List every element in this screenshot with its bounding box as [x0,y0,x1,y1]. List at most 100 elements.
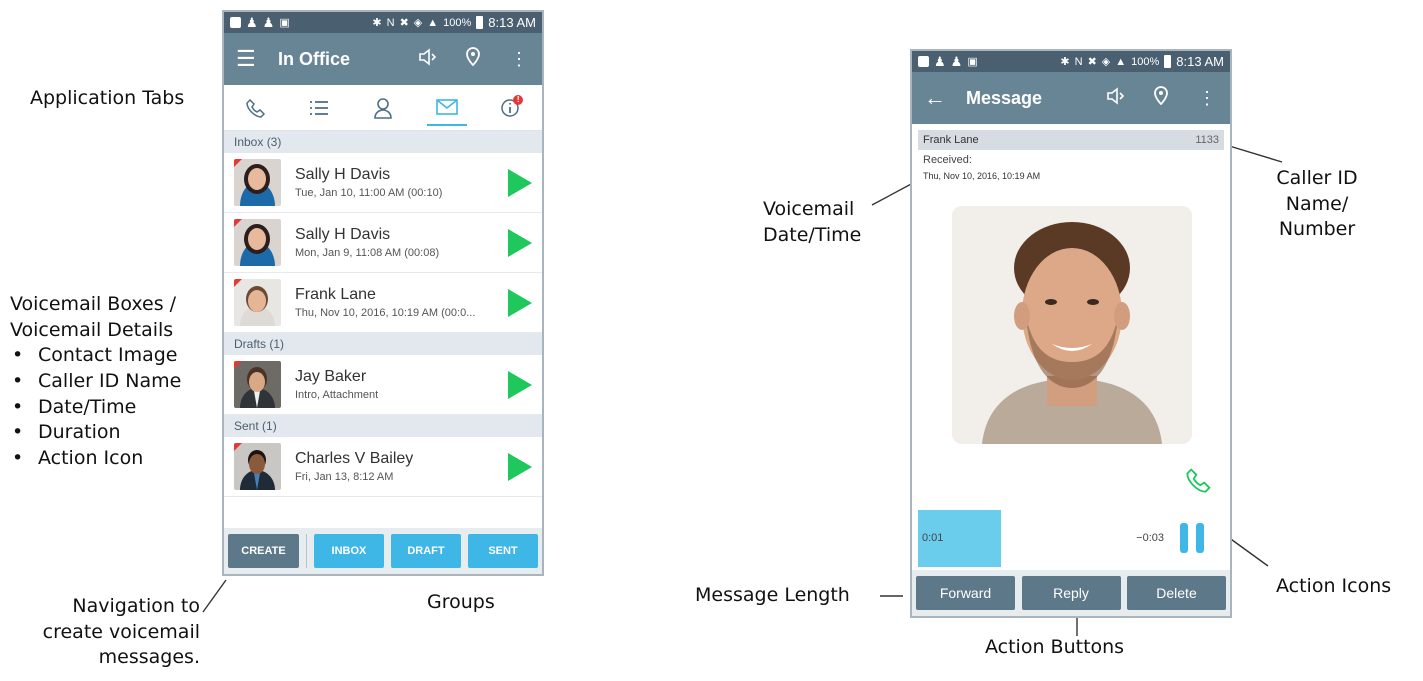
action-buttons-bar: Forward Reply Delete [912,570,1230,616]
app-title: Message [966,87,1043,108]
reply-button[interactable]: Reply [1021,576,1121,610]
call-back-icon[interactable] [1186,467,1212,498]
application-tabs: ! [224,85,542,131]
inbox-button[interactable]: INBOX [313,534,384,568]
play-icon[interactable] [508,370,532,399]
wifi-icon: ◈ [413,17,423,29]
playback-progress-track[interactable] [918,510,1224,567]
voicemail-row[interactable]: Jay Baker Intro, Attachment [224,355,542,415]
group-header-sent: Sent (1) [224,415,542,437]
voicemail-detail: Thu, Nov 10, 2016, 10:19 AM (00:0... [295,307,476,319]
back-arrow-icon[interactable]: ← [924,85,952,111]
battery-icon [476,16,484,29]
caller-name: Jay Baker [295,368,367,385]
bottom-navigation: CREATE INBOX DRAFT SENT [224,528,542,574]
received-label: Received: [923,154,972,166]
voicemail-text: Charles V Bailey Fri, Jan 13, 8:12 AM [295,450,498,483]
menu-icon[interactable]: ☰ [236,46,264,72]
callout-application-tabs: Application Tabs [30,87,185,109]
caller-id-number: 1133 [1195,134,1219,146]
voicemail-row[interactable]: Frank Lane Thu, Nov 10, 2016, 10:19 AM (… [224,273,542,333]
delete-button[interactable]: Delete [1127,576,1226,610]
contact-avatar [234,443,281,490]
callout-navigation: Navigation to create voicemail messages. [43,594,200,671]
status-bar: ♟ ♟ ▣ ✱ N ✖ ◈ ▲ 100% 8:13 AM [224,12,542,33]
clock: 8:13 AM [488,15,536,30]
message-detail-screen: ♟ ♟ ▣ ✱ N ✖ ◈ ▲ 100% 8:13 AM ← Message ⋮… [910,49,1232,618]
contact-photo [952,206,1192,444]
location-icon[interactable] [1150,85,1172,111]
alert-badge-icon: ! [513,94,524,105]
status-icons: ♟ ♟ ▣ [230,15,290,31]
contact-avatar [234,219,281,266]
app-bar: ← Message ⋮ [912,72,1230,124]
forward-button[interactable]: Forward [916,576,1015,610]
contact-icon [374,97,392,119]
draft-button[interactable]: DRAFT [390,534,461,568]
audio-player: 0:01 −0:03 [918,510,1224,567]
nav-divider [305,534,307,568]
location-icon[interactable] [462,46,484,72]
image-icon: ▣ [279,17,290,29]
received-datetime: Thu, Nov 10, 2016, 10:19 AM [923,171,1041,181]
status-icons: ♟ ♟ ▣ [918,54,978,70]
callout-navigation-line1: Navigation to [72,595,200,617]
remaining-time: −0:03 [1136,532,1164,544]
caller-name: Sally H Davis [295,226,391,243]
mute-icon: ✖ [1087,56,1097,68]
group-header-drafts: Drafts (1) [224,333,542,355]
tab-phone[interactable] [236,90,276,126]
play-icon[interactable] [508,168,532,197]
create-button[interactable]: CREATE [228,534,299,568]
caller-name: Frank Lane [295,286,376,303]
status-bar: ♟ ♟ ▣ ✱ N ✖ ◈ ▲ 100% 8:13 AM [912,51,1230,72]
voicemail-text: Sally H Davis Tue, Jan 10, 11:00 AM (00:… [295,166,498,199]
callout-caller-id-line3: Number [1278,218,1356,241]
callout-details-list: Contact Image Caller ID Name Date/Time D… [10,343,181,471]
battery-percent: 100% [1131,55,1160,68]
tab-voicemail[interactable] [426,90,467,126]
app-bar: ☰ In Office ⋮ [224,33,542,85]
more-options-icon[interactable]: ⋮ [1196,88,1218,109]
sent-button[interactable]: SENT [467,534,538,568]
play-icon[interactable] [508,228,532,257]
callout-details-item: Duration [10,420,181,446]
play-icon[interactable] [508,452,532,481]
callout-caller-id-line1: Caller ID [1276,167,1358,189]
mute-icon: ✖ [399,17,409,29]
tab-list[interactable] [299,90,339,126]
pause-icon[interactable] [1180,523,1204,553]
contact-avatar [234,279,281,326]
caller-name: Charles V Bailey [295,450,414,467]
callout-details-item: Caller ID Name [10,369,181,395]
callout-voicemail-boxes: Voicemail Boxes / Voicemail Details Cont… [10,292,181,471]
play-icon[interactable] [508,288,532,317]
more-options-icon[interactable]: ⋮ [508,49,530,70]
tab-info[interactable]: ! [490,90,530,126]
voicemail-detail: Fri, Jan 13, 8:12 AM [295,471,394,483]
callout-voicemail-boxes-line2: Voicemail Details [10,318,174,341]
callout-groups: Groups [427,591,495,613]
tab-contacts[interactable] [363,90,403,126]
callout-voicemail-datetime: Voicemail Date/Time [763,197,861,248]
voicemail-row[interactable]: Sally H Davis Mon, Jan 9, 11:08 AM (00:0… [224,213,542,273]
voicemail-detail: Mon, Jan 9, 11:08 AM (00:08) [295,247,440,259]
voicemail-text: Frank Lane Thu, Nov 10, 2016, 10:19 AM (… [295,286,498,319]
elapsed-time: 0:01 [922,532,944,544]
mail-icon [435,98,458,115]
caller-id-name: Frank Lane [923,134,979,146]
callout-caller-id-line2: Name/ [1285,192,1349,215]
callout-datetime-line1: Voicemail [763,198,855,220]
contact-avatar [234,361,281,408]
status-right: ✱ N ✖ ◈ ▲ 100% 8:13 AM [372,15,536,30]
notification-icon [230,17,241,28]
speaker-icon[interactable] [416,47,438,71]
speaker-icon[interactable] [1104,86,1126,110]
caller-id-connector [1225,144,1283,163]
voicemail-detail: Tue, Jan 10, 11:00 AM (00:10) [295,187,443,199]
voicemail-list-screen: ♟ ♟ ▣ ✱ N ✖ ◈ ▲ 100% 8:13 AM ☰ In Office… [222,10,544,576]
voicemail-row[interactable]: Sally H Davis Tue, Jan 10, 11:00 AM (00:… [224,153,542,213]
callout-details-item: Date/Time [10,395,181,421]
voicemail-row[interactable]: Charles V Bailey Fri, Jan 13, 8:12 AM [224,437,542,497]
callout-action-buttons: Action Buttons [985,636,1125,658]
